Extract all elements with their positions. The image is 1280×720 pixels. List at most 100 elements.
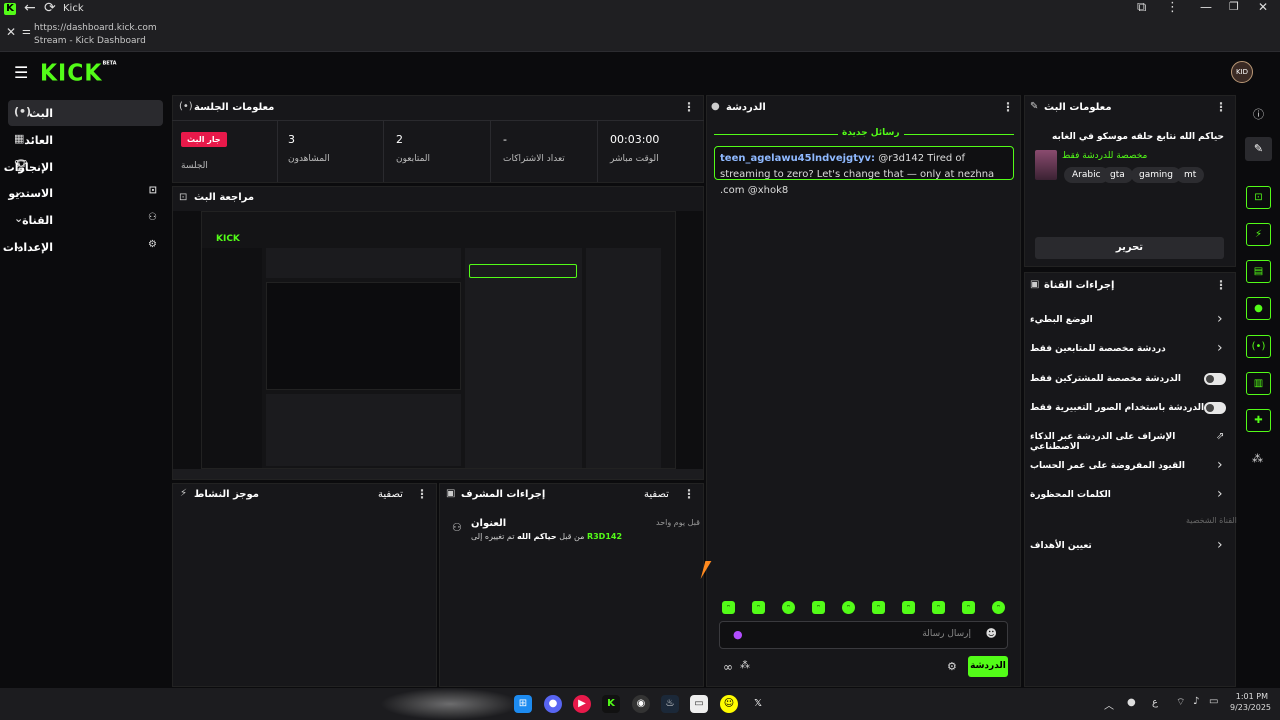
- dots-cluster-icon[interactable]: ⁂: [740, 660, 750, 671]
- minimize-icon[interactable]: —: [1200, 0, 1212, 14]
- mod-menu-icon[interactable]: ⋮: [683, 487, 695, 501]
- chat-send-button[interactable]: الدردشة: [968, 656, 1008, 677]
- site-settings-icon[interactable]: ⚌: [22, 26, 31, 37]
- scan-icon[interactable]: ⊡: [1246, 186, 1271, 209]
- chevron-right-icon[interactable]: ›: [1217, 340, 1223, 356]
- reload-icon[interactable]: ⟳: [44, 0, 56, 16]
- sidebar-item-revenue[interactable]: ▦ العائد: [8, 127, 163, 153]
- emote-icon[interactable]: ᵔ: [782, 601, 795, 614]
- extensions-icon[interactable]: ⧉: [1137, 0, 1146, 15]
- stream-preview-video[interactable]: KICK: [173, 211, 703, 479]
- chat-menu-icon[interactable]: ⋮: [1002, 100, 1014, 114]
- sidebar-item-channel[interactable]: ⌄ القناة ⚇: [8, 207, 163, 233]
- emotes-only-toggle[interactable]: [1204, 402, 1226, 414]
- snapchat-icon[interactable]: ☺: [720, 695, 738, 713]
- microphone-icon[interactable]: ●: [1127, 697, 1136, 708]
- option-followers-only[interactable]: دردشة مخصصة للمتابعين فقط: [1030, 344, 1220, 354]
- avatar[interactable]: KID: [1231, 61, 1253, 83]
- emote-icon[interactable]: ᵔ: [812, 601, 825, 614]
- emoji-icon[interactable]: ☻: [986, 627, 997, 640]
- window-close-icon[interactable]: ✕: [1258, 0, 1268, 14]
- nested-session: [266, 248, 461, 278]
- chevron-right-icon[interactable]: ›: [1217, 486, 1223, 502]
- option-slow-mode[interactable]: الوضع البطيء: [1030, 315, 1220, 325]
- option-account-age[interactable]: القيود المفروضة على عمر الحساب: [1030, 461, 1220, 471]
- external-link-icon[interactable]: ⇗: [1216, 431, 1224, 442]
- clock[interactable]: 1:01 PM 9/23/2025: [1230, 692, 1271, 712]
- broadcast-icon: (•): [179, 101, 193, 112]
- kick-app-icon[interactable]: K: [602, 695, 620, 713]
- chevron-right-icon[interactable]: ›: [1217, 457, 1223, 473]
- sidebar-item-studio[interactable]: ⌄ الاستديو ⊡: [8, 180, 163, 206]
- mic-icon[interactable]: ●: [733, 628, 743, 641]
- activity-filter-button[interactable]: تصفية: [378, 489, 403, 500]
- edit-icon[interactable]: ✎: [1245, 137, 1272, 161]
- x-app-icon[interactable]: 𝕏: [749, 695, 767, 713]
- file-icon[interactable]: ▭: [690, 695, 708, 713]
- chevron-right-icon[interactable]: ›: [1217, 537, 1223, 553]
- windows-start-icon[interactable]: ⊞: [514, 695, 532, 713]
- sidebar-item-achievements[interactable]: 🏆︎ الإنجازات: [4, 154, 163, 180]
- activity-feed-panel: [172, 483, 437, 687]
- tag-pill[interactable]: gta: [1102, 167, 1133, 183]
- emote-icon[interactable]: ᵔ: [932, 601, 945, 614]
- bolt-icon: ⚡︎: [180, 488, 188, 499]
- tag-pill[interactable]: gaming: [1131, 167, 1181, 183]
- discord-icon[interactable]: ●: [544, 695, 562, 713]
- bolt-icon[interactable]: ⚡︎: [1246, 223, 1271, 246]
- more-menu-icon[interactable]: ⋮: [1166, 0, 1179, 15]
- wifi-icon[interactable]: ⌔: [1176, 696, 1185, 709]
- url-text[interactable]: https://dashboard.kick.com: [34, 23, 157, 33]
- emote-icon[interactable]: ᵔ: [722, 601, 735, 614]
- hamburger-menu-icon[interactable]: ☰: [14, 63, 28, 82]
- chevron-right-icon[interactable]: ›: [1217, 311, 1223, 327]
- infinity-icon[interactable]: ∞: [723, 660, 733, 674]
- wrench-icon[interactable]: ✚: [1246, 409, 1271, 432]
- stack-icon[interactable]: ▥: [1246, 372, 1271, 395]
- steam-icon[interactable]: ♨: [661, 695, 679, 713]
- maximize-icon[interactable]: ❐: [1229, 0, 1239, 13]
- nested-info: [586, 248, 661, 468]
- option-set-goals[interactable]: تعيين الأهداف: [1030, 541, 1220, 551]
- emote-icon[interactable]: ᵔ: [872, 601, 885, 614]
- youtube-icon[interactable]: ▶: [573, 695, 591, 713]
- subscribers-only-toggle[interactable]: [1204, 373, 1226, 385]
- chat-input[interactable]: ● إرسال رسالة ☻: [719, 621, 1008, 649]
- session-menu-icon[interactable]: ⋮: [683, 100, 695, 114]
- info-icon[interactable]: ⓘ: [1253, 106, 1264, 122]
- sidebar-item-settings[interactable]: ⌄ الإعدادات ⚙: [3, 234, 163, 260]
- language-indicator[interactable]: ع: [1152, 697, 1158, 708]
- channel-actions-menu-icon[interactable]: ⋮: [1215, 278, 1227, 292]
- kick-logo[interactable]: KICKBETA: [40, 60, 117, 86]
- emote-icon[interactable]: ᵔ: [962, 601, 975, 614]
- tag-pill[interactable]: mt: [1176, 167, 1205, 183]
- option-emotes-only: الدردشة باستخدام الصور التعبيرية فقط: [1030, 403, 1205, 413]
- close-panel-icon[interactable]: ✕: [6, 25, 16, 39]
- broadcast-icon[interactable]: (•): [1246, 335, 1271, 358]
- stream-subtitle: مخصصة للدردشة فقط: [1062, 151, 1148, 161]
- sidebar-item-stream[interactable]: (•) البث: [8, 100, 163, 126]
- emote-icon[interactable]: ᵔ: [902, 601, 915, 614]
- session-label: الجلسة: [181, 161, 208, 171]
- option-ai-moderation[interactable]: الإشراف على الدردشة عبر الذكاء الاصطناعي: [1030, 432, 1220, 452]
- user-edit-icon: ⚇: [452, 521, 462, 534]
- edit-stream-button[interactable]: تحرير: [1035, 237, 1224, 259]
- gear-icon[interactable]: ⚙: [947, 660, 957, 673]
- chat-bubble-icon[interactable]: ●: [1246, 297, 1271, 320]
- channel-actions-panel: [1024, 272, 1236, 687]
- emote-icon[interactable]: ᵔ: [842, 601, 855, 614]
- chat-message[interactable]: teen_agelawu45lndvejgtyv: @r3d142 Tired …: [714, 146, 1014, 196]
- back-icon[interactable]: ←: [24, 0, 36, 16]
- emote-icon[interactable]: ᵔ: [752, 601, 765, 614]
- speaker-icon[interactable]: ♪: [1193, 696, 1199, 707]
- obs-icon[interactable]: ◉: [632, 695, 650, 713]
- stream-info-menu-icon[interactable]: ⋮: [1215, 100, 1227, 114]
- tray-chevron-up-icon[interactable]: ︿: [1104, 697, 1114, 712]
- option-banned-words[interactable]: الكلمات المحظورة: [1030, 490, 1220, 500]
- activity-menu-icon[interactable]: ⋮: [416, 487, 428, 501]
- document-icon[interactable]: ▤: [1246, 260, 1271, 283]
- dots-cluster-icon[interactable]: ⁂: [1252, 452, 1263, 465]
- emote-icon[interactable]: ᵔ: [992, 601, 1005, 614]
- battery-icon[interactable]: ▭: [1209, 696, 1218, 707]
- mod-filter-button[interactable]: تصفية: [644, 489, 669, 500]
